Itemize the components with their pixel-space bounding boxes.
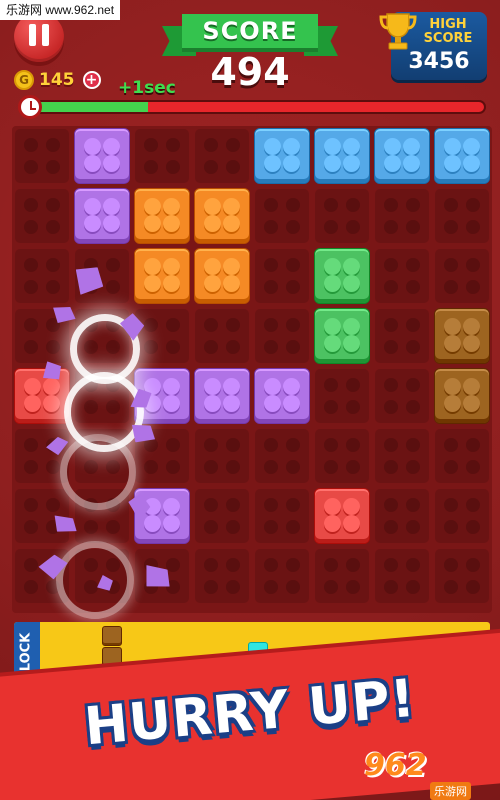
empty-cell[interactable] (135, 129, 189, 183)
orange-brick (134, 248, 190, 304)
game-board[interactable] (12, 126, 492, 619)
purple-brick (254, 368, 310, 424)
explosion-effect (60, 434, 136, 510)
orange-brick (194, 188, 250, 244)
clock-icon (18, 95, 42, 119)
empty-cell[interactable] (195, 489, 249, 543)
empty-cell[interactable] (15, 249, 69, 303)
logo-number: 962 (364, 748, 427, 783)
score-label: SCORE (182, 14, 318, 48)
empty-cell[interactable] (375, 429, 429, 483)
empty-cell[interactable] (375, 189, 429, 243)
brown-brick (434, 308, 490, 364)
green-brick (314, 308, 370, 364)
green-brick (314, 248, 370, 304)
blue-brick (254, 128, 310, 184)
brown-piece-cell[interactable] (102, 626, 122, 646)
empty-cell[interactable] (15, 489, 69, 543)
timer-bar (18, 95, 486, 119)
time-bonus-text: +1sec (118, 78, 176, 98)
high-score-value: 3456 (408, 49, 470, 74)
empty-cell[interactable] (315, 189, 369, 243)
empty-cell[interactable] (195, 549, 249, 603)
brown-brick (434, 368, 490, 424)
timer-track (34, 100, 486, 114)
purple-brick (74, 188, 130, 244)
empty-cell[interactable] (435, 489, 489, 543)
empty-cell[interactable] (255, 549, 309, 603)
empty-cell[interactable] (255, 429, 309, 483)
empty-cell[interactable] (315, 429, 369, 483)
empty-cell[interactable] (375, 369, 429, 423)
game-screen: 乐游网 www.962.net G 145 + SCORE 494 HIGH S… (0, 0, 500, 800)
empty-cell[interactable] (315, 549, 369, 603)
empty-cell[interactable] (15, 129, 69, 183)
orange-brick (194, 248, 250, 304)
pause-icon (26, 24, 52, 50)
high-score-label: HIGH SCORE (423, 17, 473, 46)
empty-cell[interactable] (435, 429, 489, 483)
brown-piece-cell[interactable] (102, 647, 122, 667)
empty-cell[interactable] (375, 249, 429, 303)
logo-subtitle: 乐游网 (430, 782, 471, 800)
purple-brick (194, 368, 250, 424)
blue-brick (374, 128, 430, 184)
purple-brick (74, 128, 130, 184)
empty-cell[interactable] (435, 189, 489, 243)
explosion-effect (56, 541, 134, 619)
empty-cell[interactable] (375, 549, 429, 603)
empty-cell[interactable] (435, 249, 489, 303)
red-brick (14, 368, 70, 424)
site-logo: 962 乐游网 (360, 748, 500, 800)
blue-brick (314, 128, 370, 184)
timer-fill (36, 102, 148, 112)
empty-cell[interactable] (255, 309, 309, 363)
empty-cell[interactable] (255, 489, 309, 543)
empty-cell[interactable] (435, 549, 489, 603)
empty-cell[interactable] (15, 189, 69, 243)
empty-cell[interactable] (255, 249, 309, 303)
empty-cell[interactable] (195, 129, 249, 183)
blue-brick (434, 128, 490, 184)
trophy-icon (379, 13, 417, 50)
high-score-panel: HIGH SCORE 3456 (379, 12, 487, 80)
orange-brick (134, 188, 190, 244)
red-brick (314, 488, 370, 544)
empty-cell[interactable] (375, 489, 429, 543)
empty-cell[interactable] (255, 189, 309, 243)
empty-cell[interactable] (135, 309, 189, 363)
empty-cell[interactable] (375, 309, 429, 363)
empty-cell[interactable] (315, 369, 369, 423)
empty-cell[interactable] (195, 429, 249, 483)
site-watermark: 乐游网 www.962.net (0, 0, 121, 20)
empty-cell[interactable] (195, 309, 249, 363)
